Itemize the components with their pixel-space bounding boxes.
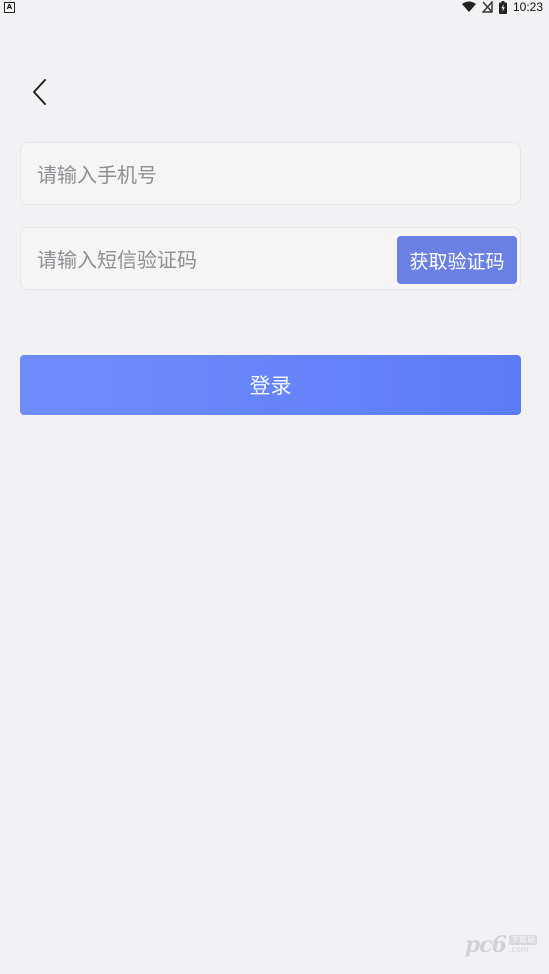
status-bar: A 10:23 [0, 0, 549, 14]
wifi-icon [461, 1, 476, 13]
phone-field-container [20, 142, 521, 206]
login-button[interactable]: 登录 [20, 355, 521, 415]
no-signal-icon [481, 1, 493, 13]
battery-charging-icon [498, 0, 507, 14]
watermark: pc6 下载站 .com [465, 932, 537, 958]
status-right: 10:23 [461, 0, 543, 14]
chevron-left-icon [32, 78, 48, 110]
get-code-button[interactable]: 获取验证码 [397, 236, 517, 284]
watermark-badge: 下载站 .com [509, 935, 537, 955]
status-left: A [4, 1, 15, 13]
phone-input[interactable] [35, 143, 509, 206]
watermark-url: .com [509, 945, 529, 954]
code-field-container: 获取验证码 [20, 227, 521, 291]
status-time: 10:23 [512, 0, 543, 14]
watermark-logo: pc6 [464, 932, 507, 958]
sms-code-input[interactable] [35, 228, 399, 291]
watermark-tag: 下载站 [509, 935, 537, 945]
back-button[interactable] [22, 76, 58, 112]
notification-app-icon: A [4, 1, 15, 13]
